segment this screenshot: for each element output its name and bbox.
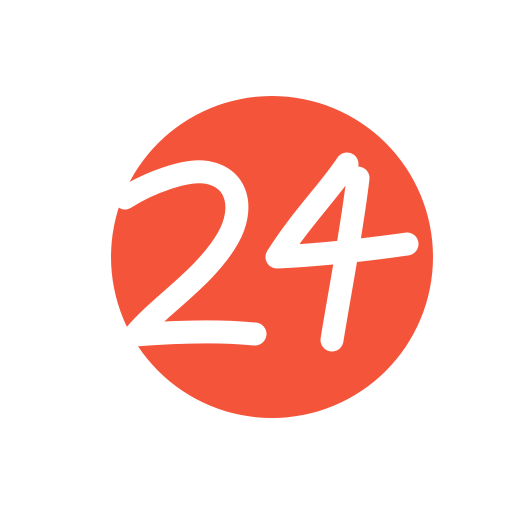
app-icon-canvas: 24 xyxy=(0,0,512,512)
logo-24-icon xyxy=(111,96,433,418)
